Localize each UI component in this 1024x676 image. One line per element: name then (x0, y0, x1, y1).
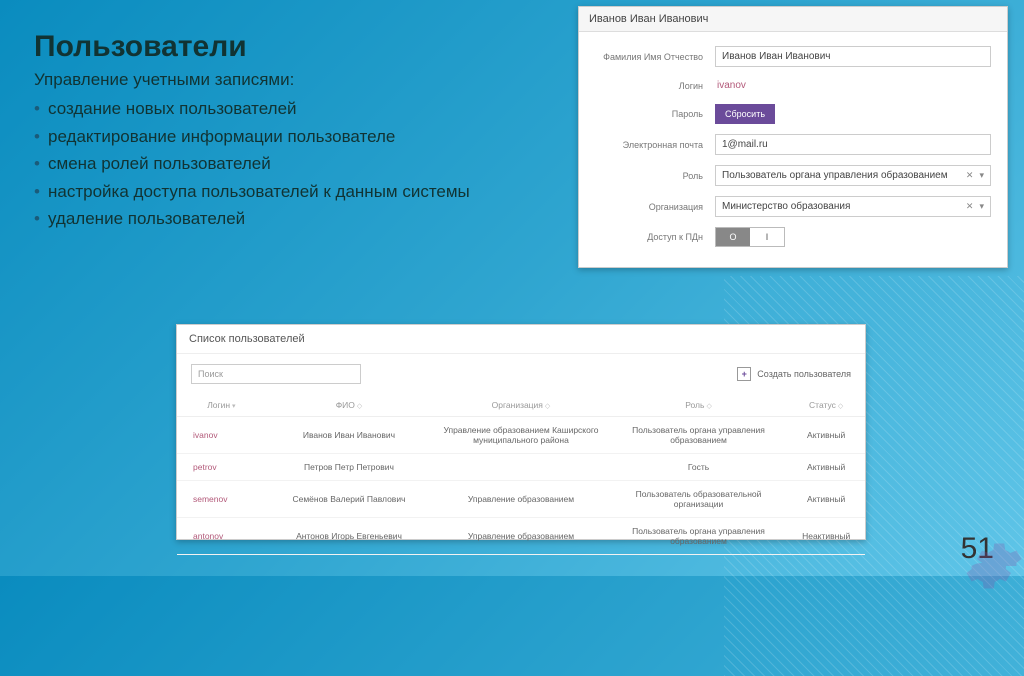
cell-org (432, 454, 610, 481)
col-login[interactable]: Логин▾ (177, 394, 266, 417)
chevron-down-icon[interactable]: ▾ (979, 201, 984, 212)
list-panel-header: Список пользователей (177, 325, 865, 354)
col-org[interactable]: Организация◇ (432, 394, 610, 417)
search-input[interactable]: Поиск (191, 364, 361, 384)
label-role: Роль (595, 171, 715, 181)
cell-status: Активный (787, 481, 865, 518)
fio-input[interactable]: Иванов Иван Иванович (715, 46, 991, 67)
cell-role: Пользователь образовательной организации (610, 481, 788, 518)
pdn-toggle[interactable]: O I (715, 227, 785, 247)
cell-org: Управление образованием (432, 481, 610, 518)
table-header-row: Логин▾ ФИО◇ Организация◇ Роль◇ Статус◇ (177, 394, 865, 417)
cell-fio: Антонов Игорь Евгеньевич (266, 518, 432, 555)
cell-role: Пользователь органа управления образован… (610, 417, 788, 454)
col-fio[interactable]: ФИО◇ (266, 394, 432, 417)
bullet-item: создание новых пользователей (34, 96, 470, 122)
cell-role: Пользователь органа управления образован… (610, 518, 788, 555)
slide-title: Пользователи (34, 30, 247, 64)
list-toolbar: Поиск + Создать пользователя (177, 354, 865, 394)
chevron-down-icon[interactable]: ▾ (979, 170, 984, 181)
col-role[interactable]: Роль◇ (610, 394, 788, 417)
bullet-item: настройка доступа пользователей к данным… (34, 179, 470, 205)
role-value: Пользователь органа управления образован… (722, 170, 966, 181)
edit-user-form: Фамилия Имя Отчество Иванов Иван Иванови… (579, 32, 1007, 267)
cell-status: Активный (787, 454, 865, 481)
label-pdn: Доступ к ПДн (595, 232, 715, 242)
label-password: Пароль (595, 109, 715, 119)
cell-status: Активный (787, 417, 865, 454)
cell-fio: Петров Петр Петрович (266, 454, 432, 481)
cell-role: Гость (610, 454, 788, 481)
login-value: ivanov (715, 77, 991, 94)
edit-panel-header: Иванов Иван Иванович (579, 7, 1007, 32)
clear-icon[interactable]: ✕ (966, 201, 974, 212)
label-login: Логин (595, 81, 715, 91)
table-row[interactable]: petrov Петров Петр Петрович Гость Активн… (177, 454, 865, 481)
email-input[interactable]: 1@mail.ru (715, 134, 991, 155)
create-user-button[interactable]: + Создать пользователя (737, 367, 851, 381)
cell-org: Управление образованием (432, 518, 610, 555)
cell-login[interactable]: petrov (177, 454, 266, 481)
create-user-label: Создать пользователя (757, 369, 851, 379)
cell-fio: Семёнов Валерий Павлович (266, 481, 432, 518)
org-value: Министерство образования (722, 201, 966, 212)
user-table: Логин▾ ФИО◇ Организация◇ Роль◇ Статус◇ i… (177, 394, 865, 555)
cell-org: Управление образованием Каширского муниц… (432, 417, 610, 454)
plus-icon: + (737, 367, 751, 381)
table-row[interactable]: semenov Семёнов Валерий Павлович Управле… (177, 481, 865, 518)
cell-login[interactable]: ivanov (177, 417, 266, 454)
cell-login[interactable]: antonov (177, 518, 266, 555)
toggle-off[interactable]: I (750, 228, 784, 246)
bullet-item: удаление пользователей (34, 206, 470, 232)
cell-fio: Иванов Иван Иванович (266, 417, 432, 454)
gear-icon (964, 536, 1024, 596)
cell-login[interactable]: semenov (177, 481, 266, 518)
label-email: Электронная почта (595, 140, 715, 150)
table-row[interactable]: antonov Антонов Игорь Евгеньевич Управле… (177, 518, 865, 555)
bullet-item: смена ролей пользователей (34, 151, 470, 177)
clear-icon[interactable]: ✕ (966, 170, 974, 181)
bullet-item: редактирование информации пользователе (34, 124, 470, 150)
table-row[interactable]: ivanov Иванов Иван Иванович Управление о… (177, 417, 865, 454)
org-select[interactable]: Министерство образования ✕ ▾ (715, 196, 991, 217)
table-body: ivanov Иванов Иван Иванович Управление о… (177, 417, 865, 555)
label-fio: Фамилия Имя Отчество (595, 52, 715, 62)
role-select[interactable]: Пользователь органа управления образован… (715, 165, 991, 186)
col-status[interactable]: Статус◇ (787, 394, 865, 417)
reset-password-button[interactable]: Сбросить (715, 104, 775, 124)
bullet-list: создание новых пользователей редактирова… (34, 96, 470, 234)
toggle-on[interactable]: O (716, 228, 750, 246)
label-org: Организация (595, 202, 715, 212)
edit-user-panel: Иванов Иван Иванович Фамилия Имя Отчеств… (578, 6, 1008, 268)
slide-subtitle: Управление учетными записями: (34, 70, 294, 90)
cell-status: Неактивный (787, 518, 865, 555)
user-list-panel: Список пользователей Поиск + Создать пол… (176, 324, 866, 540)
